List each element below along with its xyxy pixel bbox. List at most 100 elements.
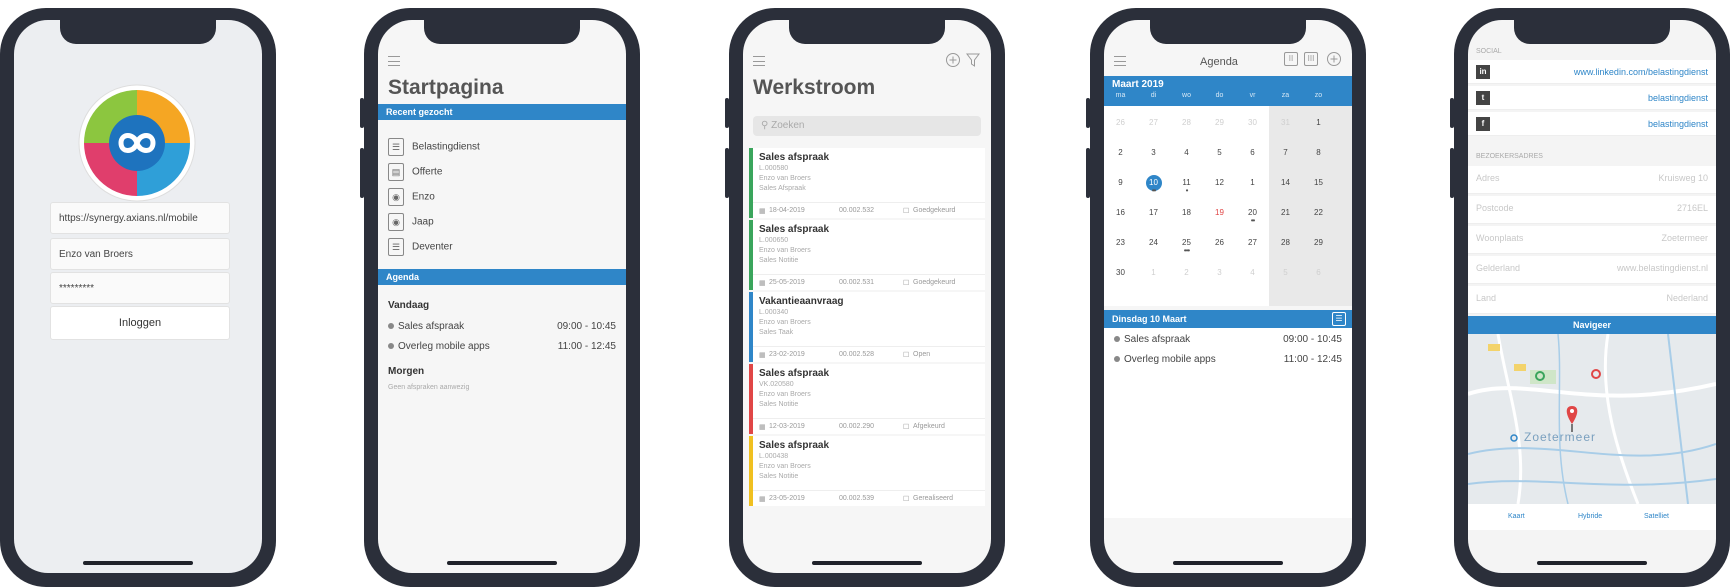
card-footer: ▦ 25-05-2019 00.002.531 ☐ Goedgekeurd — [753, 274, 985, 290]
card-title: Sales afspraak — [759, 368, 830, 379]
calendar-day[interactable]: 27 — [1236, 228, 1269, 258]
server-url-field[interactable]: https://synergy.axians.nl/mobile — [50, 202, 230, 234]
menu-icon[interactable] — [388, 56, 400, 66]
calendar-day[interactable]: 28 — [1269, 228, 1302, 258]
week-view-icon[interactable]: II — [1284, 52, 1298, 66]
calendar-day[interactable]: 7 — [1269, 138, 1302, 168]
card-date: 12-03-2019 — [769, 423, 805, 430]
recent-item[interactable]: ▤ Offerte — [388, 163, 442, 183]
search-input[interactable]: ⚲ Zoeken — [753, 116, 981, 136]
recent-item[interactable]: ☰ Deventer — [388, 238, 453, 258]
tab-kaart[interactable]: Kaart — [1508, 513, 1525, 520]
map[interactable]: Zoetermeer — [1468, 334, 1716, 504]
agenda-item[interactable]: Sales afspraak 09:00 - 10:45 — [388, 321, 616, 332]
add-icon[interactable] — [945, 52, 961, 68]
calendar-day[interactable]: 26 — [1203, 228, 1236, 258]
tab-satelliet[interactable]: Satelliet — [1644, 513, 1669, 520]
calendar-day[interactable]: 19 — [1203, 198, 1236, 228]
workflow-card[interactable]: Sales afspraak VK.020580 Enzo van Broers Sa… — [749, 364, 985, 434]
recent-item[interactable]: ☰ Belastingdienst — [388, 138, 480, 158]
card-footer: ▦ 12-03-2019 00.002.290 ☐ Afgekeurd — [753, 418, 985, 434]
month-view-icon[interactable]: III — [1304, 52, 1318, 66]
calendar-day[interactable]: 8 — [1302, 138, 1335, 168]
calendar-day[interactable]: 6 — [1302, 258, 1335, 288]
calendar-day[interactable]: 29 — [1203, 108, 1236, 138]
agenda-item[interactable]: Overleg mobile apps 11:00 - 12:45 — [1114, 354, 1342, 365]
calendar-day[interactable]: 2 — [1170, 258, 1203, 288]
calendar-day[interactable]: 24 — [1137, 228, 1170, 258]
filter-icon[interactable] — [965, 52, 981, 68]
calendar-day[interactable]: 25 ••• — [1170, 228, 1203, 258]
calendar-day[interactable]: 5 — [1269, 258, 1302, 288]
top-bar: Agenda II III — [1104, 50, 1352, 74]
workflow-card[interactable]: Vakantieaanvraag L.000340 Enzo van Broers S… — [749, 292, 985, 362]
social-link[interactable]: belastingdienst — [1648, 119, 1708, 129]
calendar-day-number: 2 — [1184, 268, 1189, 277]
calendar-day-number: 26 — [1215, 238, 1224, 247]
social-row[interactable]: in www.linkedin.com/belastingdienst — [1468, 60, 1716, 84]
list-icon[interactable]: ☰ — [1332, 312, 1346, 326]
calendar-day[interactable]: 14 — [1269, 168, 1302, 198]
social-link[interactable]: belastingdienst — [1648, 93, 1708, 103]
workflow-card[interactable]: Sales afspraak L.000650 Enzo van Broers Sal… — [749, 220, 985, 290]
calendar-day[interactable]: 10 •• — [1137, 168, 1170, 198]
calendar-day[interactable]: 21 — [1269, 198, 1302, 228]
calendar-day[interactable]: 30 — [1236, 108, 1269, 138]
navigate-button[interactable]: Navigeer — [1468, 316, 1716, 334]
card-title: Sales afspraak — [759, 440, 830, 451]
workflow-card[interactable]: Sales afspraak L.000438 Enzo van Broers Sal… — [749, 436, 985, 506]
card-code: L.000438 — [759, 453, 789, 460]
add-icon[interactable] — [1326, 51, 1342, 67]
address-row: Postcode 2716EL — [1468, 196, 1716, 224]
calendar-day[interactable]: 18 — [1170, 198, 1203, 228]
social-row[interactable]: f belastingdienst — [1468, 112, 1716, 136]
tab-hybride[interactable]: Hybride — [1578, 513, 1602, 520]
menu-icon[interactable] — [753, 56, 765, 66]
calendar-day-number: 1 — [1151, 268, 1156, 277]
password-field[interactable]: ********* — [50, 272, 230, 304]
social-row[interactable]: t belastingdienst — [1468, 86, 1716, 110]
agenda-item-time: 09:00 - 10:45 — [1283, 334, 1342, 345]
calendar-day[interactable]: 22 — [1302, 198, 1335, 228]
calendar-day[interactable]: 4 — [1236, 258, 1269, 288]
bullet-icon — [1114, 336, 1120, 342]
calendar-day[interactable]: 29 — [1302, 228, 1335, 258]
calendar-day[interactable]: 2 — [1104, 138, 1137, 168]
calendar-day[interactable]: 6 — [1236, 138, 1269, 168]
calendar-day[interactable]: 30 — [1104, 258, 1137, 288]
agenda-item[interactable]: Overleg mobile apps 11:00 - 12:45 — [388, 341, 616, 352]
calendar-day-number: 27 — [1248, 238, 1257, 247]
calendar-day[interactable]: 16 — [1104, 198, 1137, 228]
calendar-day[interactable]: 15 — [1302, 168, 1335, 198]
calendar-day[interactable]: 20 •• — [1236, 198, 1269, 228]
workflow-card[interactable]: Sales afspraak L.000580 Enzo van Broers Sal… — [749, 148, 985, 218]
calendar-day[interactable]: 31 — [1269, 108, 1302, 138]
calendar-day[interactable]: 1 — [1137, 258, 1170, 288]
calendar-day[interactable]: 5 — [1203, 138, 1236, 168]
calendar-day[interactable]: 26 — [1104, 108, 1137, 138]
calendar-day[interactable]: 28 — [1170, 108, 1203, 138]
home-indicator — [812, 561, 922, 565]
calendar-day[interactable]: 4 — [1170, 138, 1203, 168]
calendar-day[interactable]: 27 — [1137, 108, 1170, 138]
username-field[interactable]: Enzo van Broers — [50, 238, 230, 270]
login-button[interactable]: Inloggen — [50, 306, 230, 340]
calendar-day[interactable]: 1 — [1236, 168, 1269, 198]
search-placeholder: Zoeken — [771, 120, 805, 131]
agenda-item[interactable]: Sales afspraak 09:00 - 10:45 — [1114, 334, 1342, 345]
calendar-day[interactable]: 9 — [1104, 168, 1137, 198]
calendar-day[interactable]: 3 — [1137, 138, 1170, 168]
social-link[interactable]: www.linkedin.com/belastingdienst — [1574, 67, 1708, 77]
recent-item[interactable]: ◉ Jaap — [388, 213, 434, 233]
card-date: 23-02-2019 — [769, 351, 805, 358]
calendar-day[interactable]: 12 — [1203, 168, 1236, 198]
calendar-day[interactable]: 1 — [1302, 108, 1335, 138]
calendar-day[interactable]: 17 — [1137, 198, 1170, 228]
recent-item[interactable]: ◉ Enzo — [388, 188, 435, 208]
address-row: Adres Kruisweg 10 — [1468, 166, 1716, 194]
calendar-day[interactable]: 23 — [1104, 228, 1137, 258]
menu-icon[interactable] — [1114, 56, 1126, 66]
calendar-day[interactable]: 11 • — [1170, 168, 1203, 198]
calendar-day[interactable]: 3 — [1203, 258, 1236, 288]
recent-header: Recent gezocht — [378, 104, 626, 120]
